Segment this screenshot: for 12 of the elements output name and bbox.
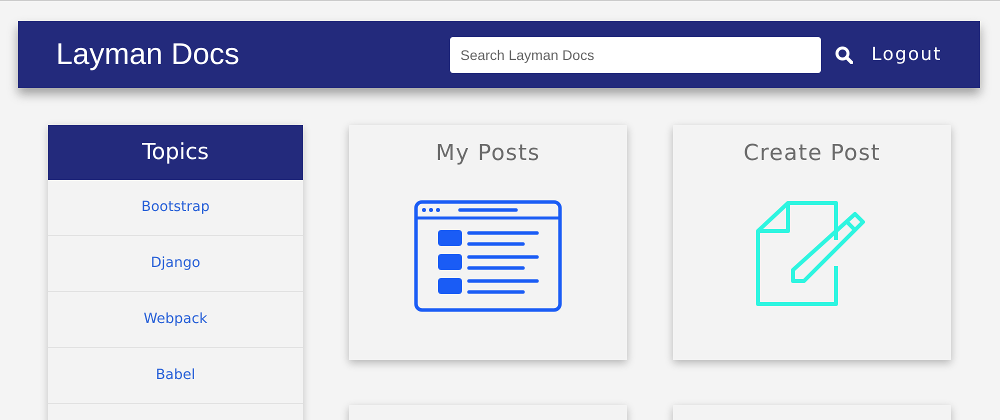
card[interactable]: My Posts (349, 125, 627, 360)
card-title: My Posts (436, 141, 540, 166)
card[interactable]: Create Post (673, 125, 951, 360)
topics-heading: Topics (48, 125, 303, 180)
topic-link[interactable]: Babel (48, 348, 303, 404)
topic-link[interactable]: Webpack (48, 292, 303, 348)
topic-link[interactable]: Django (48, 236, 303, 292)
search-field[interactable]: Search Layman Docs (450, 36, 822, 72)
card-title: Create Post (743, 141, 881, 166)
topic-link[interactable]: Bootstrap (48, 180, 303, 236)
logout-link[interactable]: Logout (871, 44, 942, 65)
site-title[interactable]: Layman Docs (56, 38, 450, 72)
